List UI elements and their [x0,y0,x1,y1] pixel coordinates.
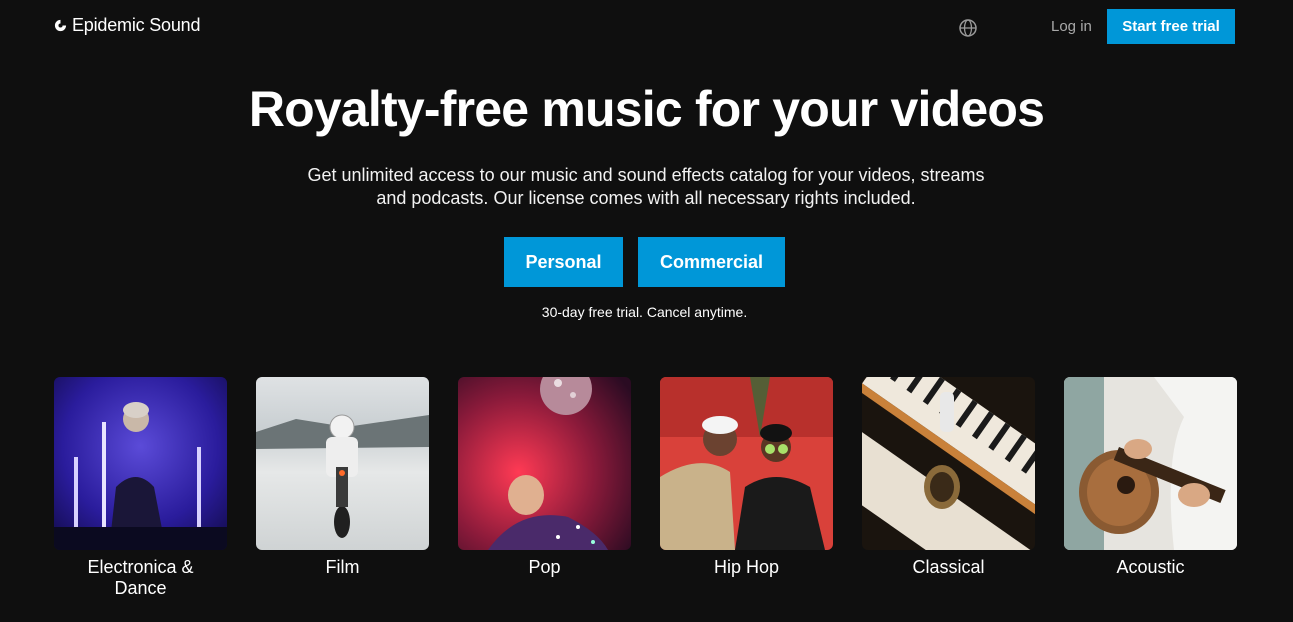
genre-card-pop[interactable]: Pop [458,377,631,599]
logo-link[interactable]: Epidemic Sound [54,15,200,36]
genre-list: Electronica & Dance Film Pop Hip Hop Cla… [54,377,1237,599]
genre-image-pop [458,377,631,550]
logo-text: Epidemic Sound [72,15,201,35]
genre-label: Pop [528,557,561,577]
personal-button[interactable]: Personal [504,237,623,287]
genre-card-classical[interactable]: Classical [862,377,1035,599]
trial-note: 30-day free trial. Cancel anytime. [541,304,748,320]
genre-image-film [256,377,429,550]
genre-card-hip-hop[interactable]: Hip Hop [660,377,833,599]
genre-image-acoustic [1064,377,1237,550]
genre-card-film[interactable]: Film [256,377,429,599]
genre-label: Classical [912,557,985,577]
page: Epidemic Sound Log in Start free trial R… [0,0,1293,622]
genre-label: Acoustic [1116,557,1185,577]
hero-title: Royalty-free music for your videos [248,81,1045,137]
start-free-trial-button[interactable]: Start free trial [1107,9,1235,44]
genre-label: Electronica & Dance [87,557,194,598]
genre-image-classical [862,377,1035,550]
genre-label: Hip Hop [713,557,780,577]
epidemic-logo-icon [54,19,67,32]
genre-card-acoustic[interactable]: Acoustic [1064,377,1237,599]
globe-icon[interactable] [958,18,978,38]
genre-card-electronica[interactable]: Electronica & Dance [54,377,227,599]
plan-buttons: Personal Commercial [504,237,785,287]
top-header: Epidemic Sound Log in Start free trial [0,0,1293,54]
commercial-button[interactable]: Commercial [638,237,785,287]
hero-subtitle: Get unlimited access to our music and so… [307,165,985,208]
genre-image-electronica [54,377,227,550]
genre-label: Film [325,557,360,577]
genre-image-hip-hop [660,377,833,550]
login-link[interactable]: Log in [1051,18,1092,35]
